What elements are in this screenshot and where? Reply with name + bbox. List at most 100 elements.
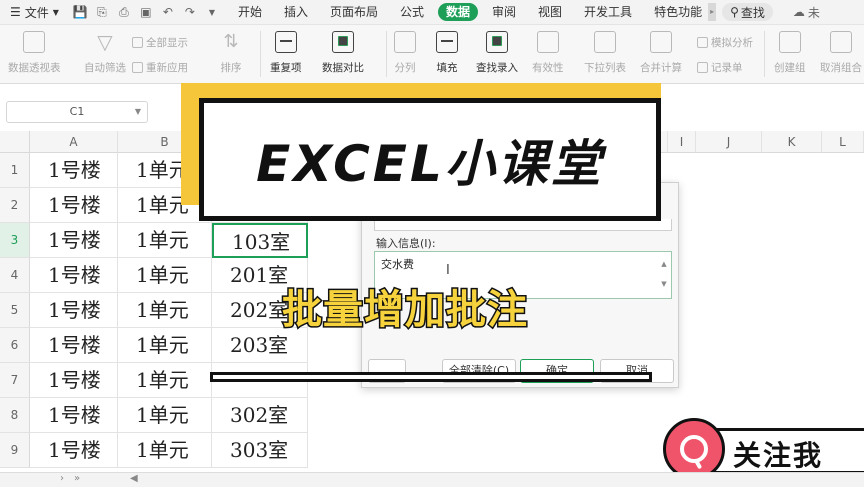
duplicates-icon <box>274 31 297 53</box>
row-header[interactable]: 4 <box>0 258 30 293</box>
save-icon[interactable]: 💾 <box>72 5 87 19</box>
lookup-entry-icon <box>486 31 508 53</box>
duplicates-label: 重复项 <box>270 62 302 74</box>
cell-c8[interactable]: 302室 <box>212 398 308 433</box>
show-all-button[interactable]: 全部显示 <box>132 35 188 50</box>
show-all-icon <box>132 37 143 48</box>
row-header[interactable]: 7 <box>0 363 30 398</box>
dropdown-list-button[interactable]: 下拉列表 <box>584 25 626 75</box>
fill-button[interactable]: 填充 <box>436 25 458 75</box>
cell-b6[interactable]: 1单元 <box>118 328 212 363</box>
validity-button[interactable]: 有效性 <box>532 25 564 75</box>
preview-icon[interactable]: ▣ <box>139 5 153 19</box>
undo-icon[interactable]: ↶ <box>161 5 175 19</box>
cell-c3[interactable]: 103室 <box>212 223 308 258</box>
fill-label: 填充 <box>436 62 458 74</box>
tab-home[interactable]: 开始 <box>227 0 273 24</box>
cell-b4[interactable]: 1单元 <box>118 258 212 293</box>
reapply-button[interactable]: 重新应用 <box>132 60 188 75</box>
column-header-a[interactable]: A <box>30 131 118 153</box>
what-if-button[interactable]: 模拟分析 <box>697 35 753 50</box>
input-message-label: 输入信息(I): <box>376 237 436 250</box>
select-all-corner[interactable] <box>0 131 30 153</box>
row-header[interactable]: 1 <box>0 153 30 188</box>
fill-icon <box>436 31 458 53</box>
column-header-j[interactable]: J <box>696 131 762 153</box>
row-header[interactable]: 8 <box>0 398 30 433</box>
name-box[interactable]: C1 ▼ <box>6 101 148 123</box>
record-form-button[interactable]: 记录单 <box>697 60 743 75</box>
row-header[interactable]: 5 <box>0 293 30 328</box>
data-compare-button[interactable]: 数据对比 <box>322 25 364 75</box>
dropdown-list-icon <box>594 31 616 53</box>
row-header[interactable]: 3 <box>0 223 30 258</box>
search-button[interactable]: ⚲ 查找 <box>722 3 773 21</box>
pivot-table-button[interactable]: 数据透视表 <box>8 25 61 75</box>
cell-c9[interactable]: 303室 <box>212 433 308 468</box>
cell-b5[interactable]: 1单元 <box>118 293 212 328</box>
cell-a8[interactable]: 1号楼 <box>30 398 118 433</box>
ribbon-separator <box>764 31 765 77</box>
tab-formulas[interactable]: 公式 <box>389 0 435 24</box>
cloud-status[interactable]: ☁ 未 <box>793 4 820 21</box>
cell-b3[interactable]: 1单元 <box>118 223 212 258</box>
tab-developer[interactable]: 开发工具 <box>573 0 643 24</box>
more-tabs-icon[interactable]: ▸ <box>708 3 717 21</box>
cell-a5[interactable]: 1号楼 <box>30 293 118 328</box>
create-group-button[interactable]: 创建组 <box>774 25 806 75</box>
scroll-right-icon[interactable]: › <box>60 473 64 484</box>
data-compare-icon <box>332 31 354 53</box>
cell-a9[interactable]: 1号楼 <box>30 433 118 468</box>
tab-review[interactable]: 审阅 <box>481 0 527 24</box>
consolidate-button[interactable]: 合并计算 <box>640 25 682 75</box>
consolidate-label: 合并计算 <box>640 62 682 74</box>
cell-b9[interactable]: 1单元 <box>118 433 212 468</box>
reapply-label: 重新应用 <box>146 62 188 74</box>
ribbon: 数据透视表 ▽ 自动筛选 全部显示 重新应用 ⇅ 排序 重复项 数据对比 分列 … <box>0 25 864 84</box>
file-menu[interactable]: ☰ 文件 ▼ <box>0 0 65 24</box>
tab-view[interactable]: 视图 <box>527 0 573 24</box>
consolidate-icon <box>650 31 672 53</box>
validity-label: 有效性 <box>532 62 564 74</box>
row-header[interactable]: 9 <box>0 433 30 468</box>
cell-a1[interactable]: 1号楼 <box>30 153 118 188</box>
follow-label: 关注我 <box>733 439 824 472</box>
cell-a2[interactable]: 1号楼 <box>30 188 118 223</box>
follow-badge-circle <box>663 418 725 480</box>
scroll-last-icon[interactable]: » <box>74 473 80 484</box>
cell-a6[interactable]: 1号楼 <box>30 328 118 363</box>
autofilter-button[interactable]: ▽ 自动筛选 <box>84 25 126 75</box>
split-columns-button[interactable]: 分列 <box>394 25 416 75</box>
create-group-label: 创建组 <box>774 62 806 74</box>
search-label: 查找 <box>740 5 765 20</box>
chevron-down-icon[interactable]: ▼ <box>135 102 141 122</box>
column-header-l[interactable]: L <box>822 131 864 153</box>
tab-insert[interactable]: 插入 <box>273 0 319 24</box>
duplicates-button[interactable]: 重复项 <box>270 25 302 75</box>
filter-icon: ▽ <box>97 30 113 54</box>
redo-icon[interactable]: ↷ <box>183 5 197 19</box>
record-form-label: 记录单 <box>711 62 743 74</box>
chevron-down-icon[interactable]: ▼ <box>205 5 219 19</box>
scroll-left-icon[interactable]: ◀ <box>130 473 138 484</box>
cell-b7[interactable]: 1单元 <box>118 363 212 398</box>
tab-page-layout[interactable]: 页面布局 <box>319 0 389 24</box>
column-header-i[interactable]: I <box>668 131 696 153</box>
cell-a7[interactable]: 1号楼 <box>30 363 118 398</box>
cell-b8[interactable]: 1单元 <box>118 398 212 433</box>
name-box-value: C1 <box>69 105 85 118</box>
text-cursor-icon: I <box>446 263 450 278</box>
row-header[interactable]: 6 <box>0 328 30 363</box>
cell-a4[interactable]: 1号楼 <box>30 258 118 293</box>
print-preview-icon[interactable]: ⎘ <box>95 5 109 19</box>
print-icon[interactable]: ⎙ <box>117 5 131 19</box>
ungroup-button[interactable]: 取消组合 <box>820 25 862 75</box>
lookup-entry-button[interactable]: 查找录入 <box>476 25 518 75</box>
row-header[interactable]: 2 <box>0 188 30 223</box>
textarea-scrollbar[interactable]: ▲ ▼ <box>659 254 669 296</box>
tab-data[interactable]: 数据 <box>438 3 479 21</box>
tab-special[interactable]: 特色功能 <box>643 0 704 24</box>
sort-button[interactable]: ⇅ 排序 <box>220 25 242 75</box>
cell-a3[interactable]: 1号楼 <box>30 223 118 258</box>
column-header-k[interactable]: K <box>762 131 822 153</box>
